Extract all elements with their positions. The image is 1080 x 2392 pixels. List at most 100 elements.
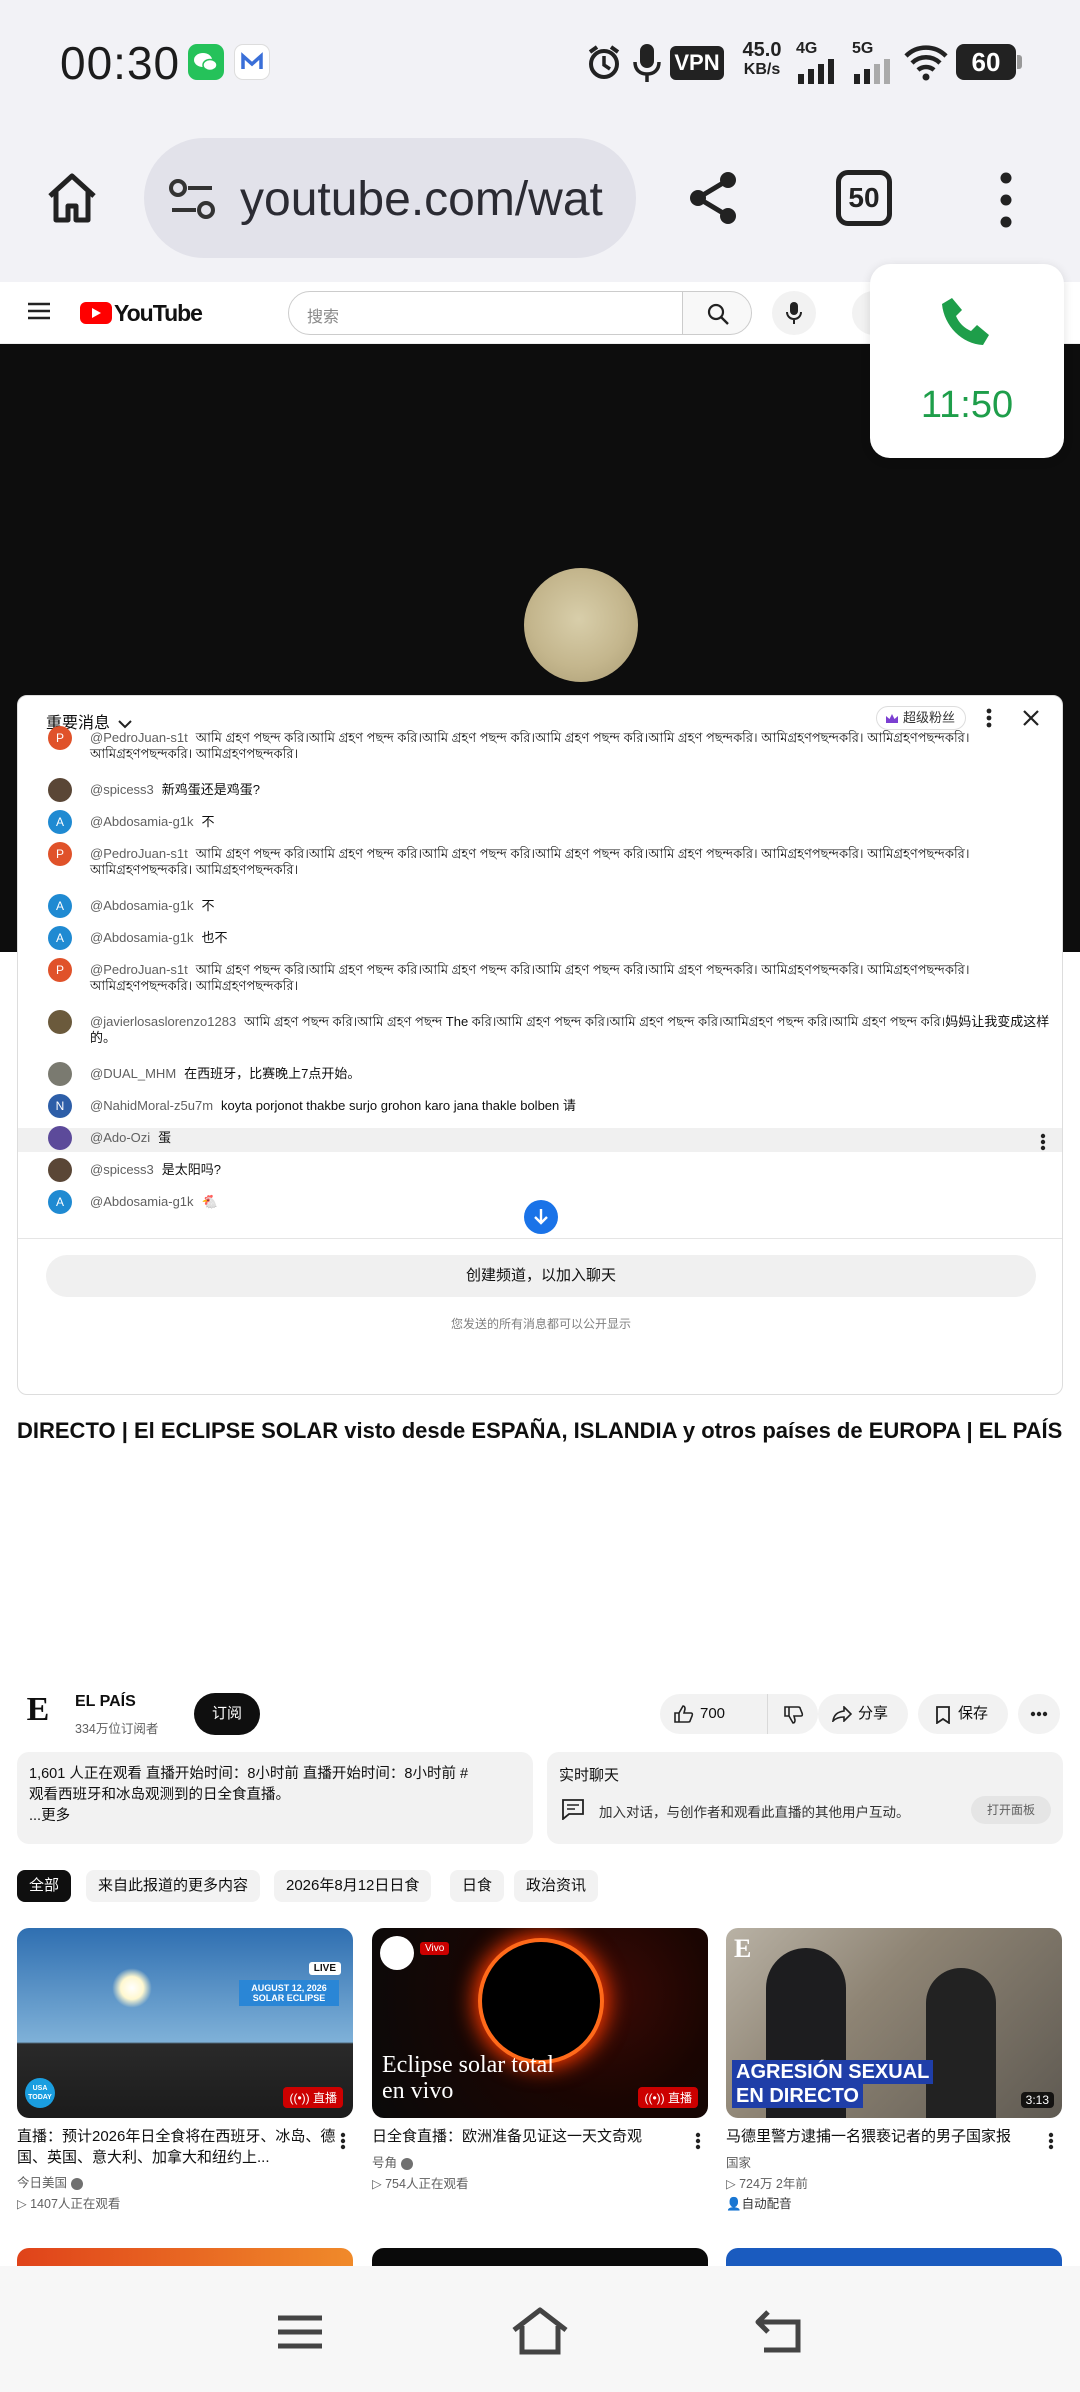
chat-body: আমি গ্রহণ পছন্দ করি।আমি গ্রহণ পছন্দ করি।… <box>90 846 970 877</box>
chat-avatar[interactable]: P <box>48 958 72 982</box>
card-channel-2[interactable]: 号角 <box>372 2152 413 2171</box>
chat-avatar[interactable]: P <box>48 726 72 750</box>
card-viewers-1: ▷ 1407人正在观看 <box>17 2197 121 2211</box>
subscribe-button[interactable]: 订阅 <box>194 1693 260 1735</box>
card-thumbnail-3[interactable]: E AGRESIÓN SEXUAL EN DIRECTO 3:13 <box>726 1928 1062 2118</box>
card-more-2[interactable] <box>695 2132 701 2155</box>
chat-author[interactable]: @spicess3 <box>90 782 154 797</box>
create-channel-button[interactable]: 创建频道，以加入聊天 <box>46 1255 1036 1297</box>
chip-all[interactable]: 全部 <box>17 1870 72 1902</box>
status-time: 00:30 <box>60 37 181 89</box>
chat-avatar[interactable] <box>48 1126 72 1150</box>
chat-author[interactable]: @NahidMoral-z5u7m <box>90 1098 213 1113</box>
youtube-logo-text: YouTube <box>114 300 203 326</box>
address-bar[interactable]: youtube.com/wat <box>144 138 636 258</box>
recent-apps-icon[interactable] <box>276 2314 324 2355</box>
thumb-logo-3: E <box>734 1934 752 1963</box>
call-overlay[interactable]: 11:50 <box>870 264 1064 458</box>
chat-author[interactable]: @PedroJuan-s1t <box>90 962 188 977</box>
chat-author[interactable]: @Abdosamia-g1k <box>90 930 194 945</box>
chat-avatar[interactable] <box>48 778 72 802</box>
card-channel-3[interactable]: 国家 <box>726 2152 751 2171</box>
live-chat-card-title: 实时聊天 <box>559 1767 620 1784</box>
thumb-live-tag-1: LIVE <box>308 1962 341 1975</box>
card-thumbnail-1[interactable]: LIVE AUGUST 12, 2026 SOLAR ECLIPSE USA TO… <box>17 1928 353 2118</box>
card-title-2[interactable]: 日全食直播：欧洲准备见证这一天文奇观 <box>372 2126 692 2147</box>
chat-message-text: @spicess3 新鸡蛋还是鸡蛋? <box>90 782 1060 798</box>
battery-icon: 60 <box>956 44 1022 80</box>
home-icon[interactable] <box>44 170 100 231</box>
card-more-3[interactable] <box>1048 2132 1054 2155</box>
open-panel-button[interactable]: 打开面板 <box>971 1796 1051 1824</box>
chip-eclipse[interactable]: 日食 <box>450 1870 505 1902</box>
channel-avatar[interactable]: E <box>20 1692 56 1728</box>
url-text[interactable]: youtube.com/wat <box>240 172 620 227</box>
chat-avatar[interactable]: A <box>48 926 72 950</box>
card-title-1[interactable]: 直播：预计2026年日全食将在西班牙、冰岛、德国、英国、意大利、加拿大和纽约上.… <box>17 2126 337 2168</box>
chat-avatar[interactable]: A <box>48 1190 72 1214</box>
search-input[interactable]: 搜索 <box>288 291 683 335</box>
card-views-3: ▷ 724万 2年前 <box>726 2177 808 2191</box>
chat-author[interactable]: @PedroJuan-s1t <box>90 846 188 861</box>
card-channel-1[interactable]: 今日美国 <box>17 2172 83 2191</box>
chat-avatar[interactable]: P <box>48 842 72 866</box>
microphone-icon <box>632 42 662 89</box>
chat-avatar[interactable] <box>48 1158 72 1182</box>
chat-message-text: @Abdosamia-g1k 也不 <box>90 930 1060 946</box>
description-box[interactable]: 1,601 人正在观看 直播开始时间：8小时前 直播开始时间：8小时前 # 观看… <box>17 1752 533 1844</box>
chat-avatar[interactable] <box>48 1062 72 1086</box>
voice-search-icon[interactable] <box>772 291 816 335</box>
site-settings-icon[interactable] <box>168 178 216 225</box>
thumbs-up-icon <box>674 1705 694 1723</box>
chat-avatar[interactable] <box>48 1010 72 1034</box>
share-video-button[interactable]: 分享 <box>818 1694 908 1734</box>
card-more-1[interactable] <box>340 2132 346 2155</box>
chip-more-coverage[interactable]: 来自此报道的更多内容 <box>86 1870 261 1902</box>
chat-author[interactable]: @DUAL_MHM <box>90 1066 176 1081</box>
chat-author[interactable]: @PedroJuan-s1t <box>90 730 188 745</box>
thumb-logo-2 <box>380 1936 414 1970</box>
live-chat-card[interactable]: 实时聊天 加入对话，与创作者和观看此直播的其他用户互动。 打开面板 <box>547 1752 1063 1844</box>
thumb-caption-1: AUGUST 12, 2026 SOLAR ECLIPSE <box>239 1980 339 2006</box>
verified-icon <box>70 2177 83 2190</box>
live-chat-card-text: 加入对话，与创作者和观看此直播的其他用户互动。 <box>599 1805 910 1820</box>
like-section[interactable]: 700 <box>660 1694 768 1734</box>
chat-author[interactable]: @Abdosamia-g1k <box>90 814 194 829</box>
chat-author[interactable]: @Abdosamia-g1k <box>90 1194 194 1209</box>
call-duration: 11:50 <box>920 384 1014 426</box>
search-button[interactable] <box>682 291 752 335</box>
save-button[interactable]: 保存 <box>918 1694 1008 1734</box>
menu-icon[interactable] <box>28 302 50 325</box>
chat-author[interactable]: @Abdosamia-g1k <box>90 898 194 913</box>
close-chat-icon[interactable] <box>1022 709 1040 732</box>
chat-avatar[interactable]: A <box>48 894 72 918</box>
channel-name[interactable]: EL PAÍS <box>75 1693 136 1711</box>
chip-politics[interactable]: 政治资讯 <box>514 1870 599 1902</box>
chat-author[interactable]: @Ado-Ozi <box>90 1130 150 1145</box>
home-nav-icon[interactable] <box>510 2306 570 2361</box>
crown-icon <box>886 714 898 723</box>
chat-avatar[interactable]: N <box>48 1094 72 1118</box>
scroll-to-bottom-button[interactable] <box>524 1200 558 1234</box>
youtube-play-icon <box>80 302 112 324</box>
thumbs-down-icon[interactable] <box>784 1706 804 1724</box>
more-options-icon[interactable] <box>998 172 1014 233</box>
card-title-3[interactable]: 马德里警方逮捕一名猥亵记者的男子国家报 <box>726 2126 1046 2147</box>
description-more[interactable]: ...更多 <box>29 1806 521 1827</box>
like-button[interactable]: 700 <box>660 1694 818 1734</box>
card-thumbnail-2[interactable]: Vivo Eclipse solar total en vivo ((•)) 直播 <box>372 1928 708 2118</box>
row-more-icon[interactable] <box>1040 1133 1046 1156</box>
tabs-button[interactable]: 50 <box>836 170 892 226</box>
more-actions-button[interactable] <box>1018 1694 1060 1734</box>
net-4g-label: 4G <box>796 40 818 57</box>
wechat-icon <box>188 44 224 80</box>
chat-author[interactable]: @javierlosaslorenzo1283 <box>90 1014 236 1029</box>
back-icon[interactable] <box>754 2308 806 2359</box>
chat-avatar[interactable]: A <box>48 810 72 834</box>
super-fan-badge[interactable]: 超级粉丝 <box>876 706 967 730</box>
chat-author[interactable]: @spicess3 <box>90 1162 154 1177</box>
chat-body: 🐔 <box>201 1194 218 1209</box>
save-label: 保存 <box>958 1705 989 1722</box>
chip-eclipse-date[interactable]: 2026年8月12日日食 <box>274 1870 432 1902</box>
share-icon[interactable] <box>684 168 744 233</box>
